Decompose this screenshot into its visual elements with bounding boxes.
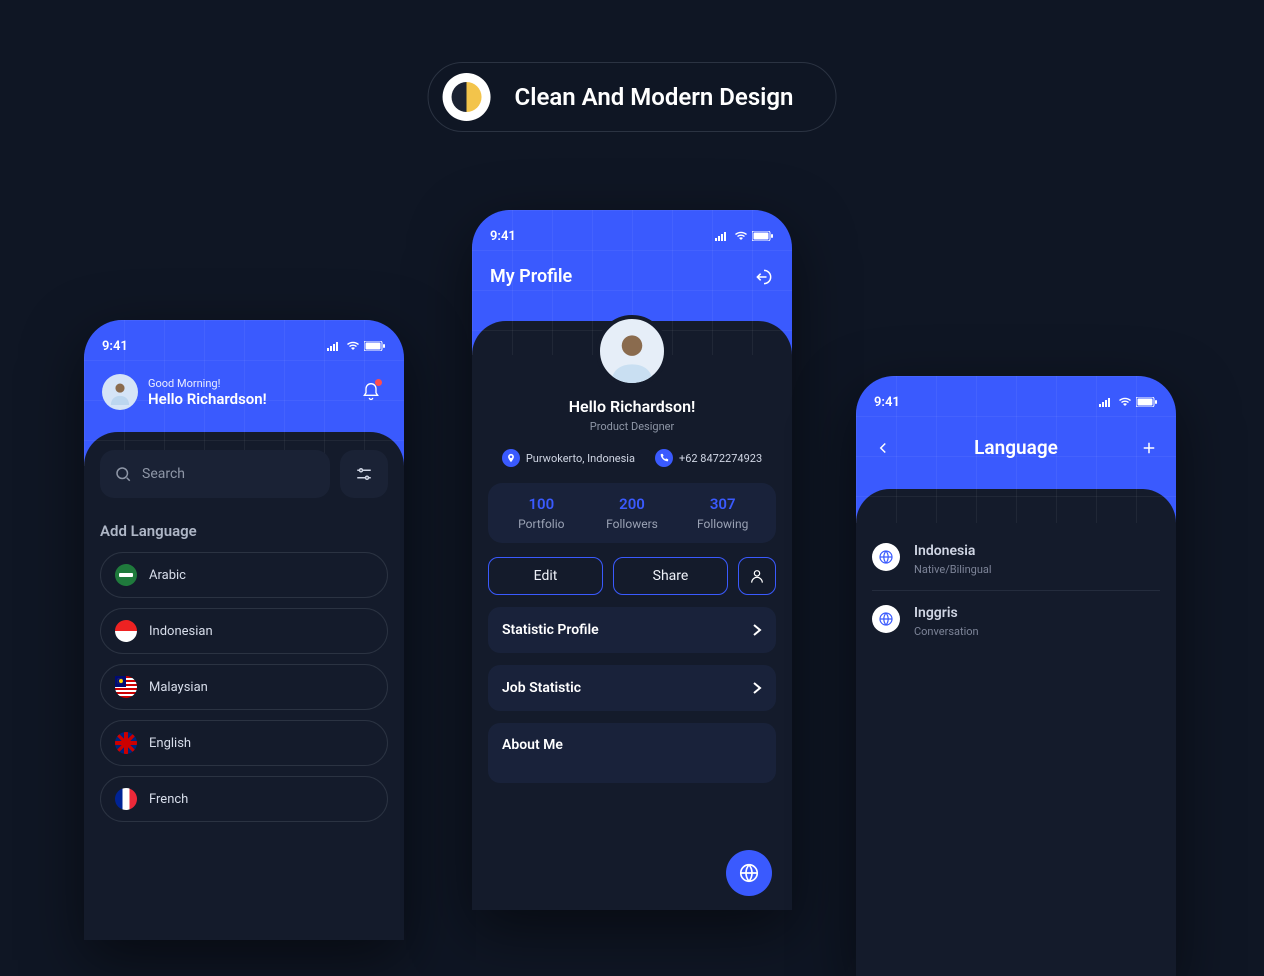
globe-icon [738,862,760,884]
add-contact-button[interactable] [738,557,776,595]
stat-followers[interactable]: 200 Followers [587,495,678,531]
status-bar: 9:41 [874,390,1158,414]
globe-icon [872,605,900,633]
language-item-inggris[interactable]: Inggris Conversation [872,591,1160,652]
page-title: My Profile [490,266,572,287]
language-item-indonesia[interactable]: Indonesia Native/Bilingual [872,529,1160,591]
language-option-malaysian[interactable]: Malaysian [100,664,388,710]
profile-phone: +62 8472274923 [655,449,762,467]
language-level: Native/Bilingual [914,563,992,576]
language-name: Inggris [914,605,979,621]
globe-icon [872,543,900,571]
share-button[interactable]: Share [613,557,728,595]
search-placeholder: Search [142,466,185,482]
status-time: 9:41 [874,395,900,410]
chevron-right-icon [752,623,762,637]
language-label: Arabic [149,568,186,583]
user-icon [749,568,765,584]
avatar[interactable] [102,374,138,410]
profile-location: Purwokerto, Indonesia [502,449,635,467]
status-icons [714,231,774,241]
profile-avatar[interactable] [596,315,668,387]
flag-malaysia-icon [115,676,137,698]
logout-button[interactable] [754,267,774,287]
language-level: Conversation [914,625,979,638]
header-pill: Clean And Modern Design [428,62,837,132]
language-label: Indonesian [149,624,213,639]
page-title: Language [974,436,1058,459]
language-option-english[interactable]: English [100,720,388,766]
notification-dot-icon [375,379,382,386]
profile-name: Hello Richardson! [472,397,792,416]
flag-france-icon [115,788,137,810]
language-name: Indonesia [914,543,992,559]
status-icons [1098,397,1158,407]
greeting-sub: Good Morning! [148,377,267,390]
row-statistic-profile[interactable]: Statistic Profile [488,607,776,653]
theme-icon [443,73,491,121]
phone-icon [655,449,673,467]
chevron-right-icon [752,681,762,695]
sliders-icon [355,465,373,483]
language-label: Malaysian [149,680,208,695]
search-input[interactable]: Search [100,450,330,498]
notification-button[interactable] [356,377,386,407]
language-option-arabic[interactable]: Arabic [100,552,388,598]
section-title: Add Language [100,522,388,540]
search-icon [114,465,132,483]
edit-button[interactable]: Edit [488,557,603,595]
about-card: About Me [488,723,776,783]
phone-home: 9:41 Good Morning! Hello Richardson! [84,320,404,940]
flag-uk-icon [115,732,137,754]
flag-indonesia-icon [115,620,137,642]
filter-button[interactable] [340,450,388,498]
phone-language: 9:41 Language Indonesia Nativ [856,376,1176,976]
stat-portfolio[interactable]: 100 Portfolio [496,495,587,531]
header-title: Clean And Modern Design [515,83,794,111]
language-fab[interactable] [726,850,772,896]
language-label: English [149,736,191,751]
flag-saudi-icon [115,564,137,586]
status-bar: 9:41 [490,224,774,248]
phone-profile: 9:41 My Profile Hello Richardson! Produc… [472,210,792,910]
back-button[interactable] [874,439,892,457]
status-time: 9:41 [102,339,128,354]
status-time: 9:41 [490,229,516,244]
arrow-left-icon [874,439,892,457]
status-icons [326,341,386,351]
status-bar: 9:41 [102,334,386,358]
row-job-statistic[interactable]: Job Statistic [488,665,776,711]
stats-card: 100 Portfolio 200 Followers 307 Followin… [488,483,776,543]
add-button[interactable] [1140,439,1158,457]
profile-role: Product Designer [472,420,792,433]
language-option-indonesian[interactable]: Indonesian [100,608,388,654]
greeting-main: Hello Richardson! [148,390,267,408]
plus-icon [1140,439,1158,457]
stat-following[interactable]: 307 Following [677,495,768,531]
language-label: French [149,792,188,807]
language-option-french[interactable]: French [100,776,388,822]
location-icon [502,449,520,467]
logout-icon [754,267,774,287]
